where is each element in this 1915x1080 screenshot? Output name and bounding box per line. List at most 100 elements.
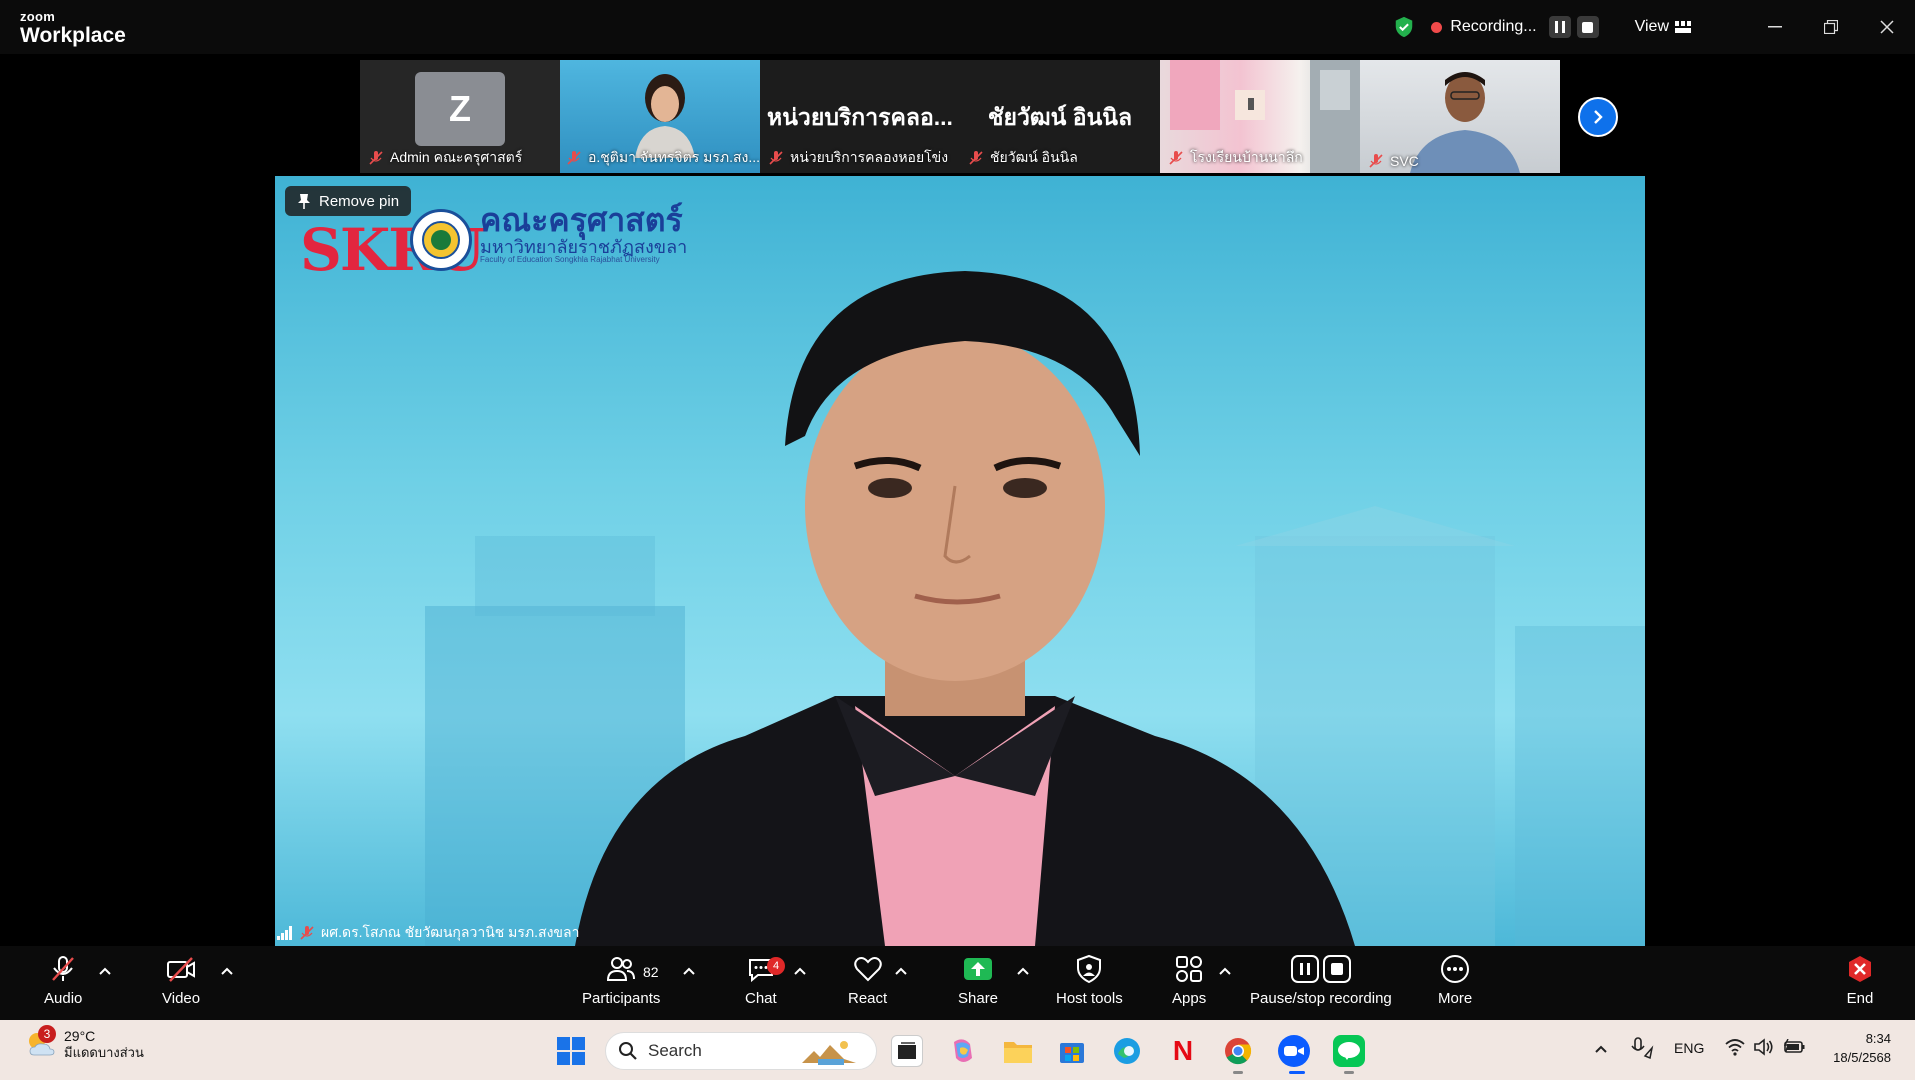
battery-charging-icon[interactable]: [1784, 1039, 1806, 1055]
brand-small: zoom: [20, 9, 56, 24]
host-tools-button[interactable]: Host tools: [1056, 954, 1123, 1007]
weather-description: มีแดดบางส่วน: [64, 1044, 144, 1060]
participant-thumbnail[interactable]: Z Admin คณะครุศาสตร์: [360, 60, 560, 173]
host-tools-label: Host tools: [1056, 990, 1123, 1007]
remove-pin-label: Remove pin: [319, 192, 400, 210]
participant-thumbnail[interactable]: หน่วยบริการคลอ... หน่วยบริการคลองหอยโข่ง: [760, 60, 960, 173]
remove-pin-button[interactable]: Remove pin: [285, 186, 412, 216]
pause-stop-label: Pause/stop recording: [1250, 990, 1392, 1007]
participants-icon: [607, 957, 636, 981]
close-button[interactable]: [1859, 0, 1915, 54]
participants-label: Participants: [582, 990, 661, 1007]
audio-label: Audio: [44, 990, 83, 1007]
video-options-chevron-up-icon[interactable]: [220, 966, 234, 976]
restore-button[interactable]: [1803, 0, 1859, 54]
microsoft-store-icon[interactable]: [1056, 1035, 1088, 1067]
end-meeting-button[interactable]: End: [1845, 954, 1875, 1007]
wifi-icon[interactable]: [1725, 1038, 1745, 1056]
apps-options-chevron-up-icon[interactable]: [1218, 966, 1232, 976]
location-mic-icon[interactable]: [1630, 1036, 1654, 1060]
mic-muted-icon: [769, 151, 783, 165]
taskbar-search-box[interactable]: Search: [605, 1032, 877, 1070]
mic-muted-icon: [567, 151, 581, 165]
avatar: Z: [415, 72, 505, 146]
participants-options-chevron-up-icon[interactable]: [682, 966, 696, 976]
mic-muted-icon: [369, 151, 383, 165]
react-button[interactable]: React: [848, 954, 887, 1007]
share-button[interactable]: Share: [958, 954, 998, 1007]
weather-widget[interactable]: 3 29°C มีแดดบางส่วน: [26, 1025, 144, 1060]
more-button[interactable]: More: [1438, 954, 1472, 1007]
mic-muted-icon: [1169, 151, 1183, 165]
share-screen-icon: [964, 958, 993, 980]
task-view-icon[interactable]: [891, 1035, 923, 1067]
participant-thumbnail[interactable]: SVC: [1360, 60, 1560, 173]
meeting-toolbar: Audio Video Participants 82 Chat 4 React…: [0, 946, 1915, 1020]
mic-muted-icon: [969, 151, 983, 165]
virtual-background-buildings: [425, 271, 1645, 946]
participant-name: Admin คณะครุศาสตร์: [390, 149, 523, 165]
audio-button[interactable]: Audio: [44, 954, 82, 1007]
recording-dot-icon: [1431, 21, 1443, 33]
participant-video-feed: [635, 74, 695, 158]
participant-thumbnail[interactable]: โรงเรียนบ้านนาลึก: [1160, 60, 1360, 173]
netflix-icon[interactable]: N: [1167, 1035, 1199, 1067]
chat-options-chevron-up-icon[interactable]: [793, 966, 807, 976]
copilot-icon[interactable]: [947, 1035, 979, 1067]
faculty-heading: คณะครุศาสตร์ มหาวิทยาลัยราชภัฏสงขลา Facu…: [480, 203, 688, 265]
chrome-browser-icon[interactable]: [1222, 1035, 1254, 1067]
volume-icon[interactable]: [1754, 1038, 1774, 1056]
main-video[interactable]: Remove pin SKRU คณะครุศาสตร์ มหาวิทยาลัย…: [275, 176, 1645, 946]
minimize-icon: [1768, 26, 1782, 28]
share-label: Share: [958, 990, 999, 1007]
close-icon: [1880, 20, 1894, 34]
show-hidden-icons-chevron-up-icon[interactable]: [1594, 1044, 1608, 1054]
more-label: More: [1438, 990, 1473, 1007]
react-options-chevron-up-icon[interactable]: [894, 966, 908, 976]
edge-browser-icon[interactable]: [1111, 1035, 1143, 1067]
stop-recording-button[interactable]: [1576, 16, 1599, 38]
pause-stop-recording-button[interactable]: Pause/stop recording: [1250, 954, 1392, 1007]
participant-thumbnail-strip: Z Admin คณะครุศาสตร์ อ.ชุติมา จันทรจิตร …: [360, 60, 1560, 173]
end-call-icon: [1849, 956, 1871, 982]
participant-thumbnail[interactable]: ชัยวัฒน์ อินนิล ชัยวัฒน์ อินนิล: [960, 60, 1160, 173]
video-button[interactable]: Video: [162, 954, 200, 1007]
weather-temperature: 29°C: [64, 1028, 96, 1044]
encryption-shield-icon[interactable]: [1393, 16, 1415, 38]
partly-sunny-icon: 3: [26, 1025, 56, 1059]
system-clock[interactable]: 8:34 18/5/2568: [1833, 1030, 1891, 1068]
line-app-icon[interactable]: [1333, 1035, 1365, 1067]
participants-count: 82: [643, 964, 659, 980]
chat-label: Chat: [745, 990, 777, 1007]
search-highlight-illustration-icon: [802, 1041, 856, 1065]
file-explorer-icon[interactable]: [1002, 1035, 1034, 1067]
faculty-english-name: Faculty of Education Songkhla Rajabhat U…: [480, 255, 660, 265]
minimize-button[interactable]: [1747, 0, 1803, 54]
apps-icon: [1176, 956, 1203, 982]
chevron-right-icon: [1594, 110, 1603, 124]
zoom-brand-logo: zoom Workplace: [20, 10, 126, 46]
video-off-icon: [167, 957, 196, 982]
brand-big: Workplace: [20, 24, 126, 47]
apps-button[interactable]: Apps: [1172, 954, 1206, 1007]
participants-button[interactable]: Participants: [582, 954, 660, 1007]
participant-name: อ.ชุติมา จันทรจิตร มรภ.สง...: [588, 149, 760, 165]
clock-time: 8:34: [1865, 1031, 1891, 1046]
audio-options-chevron-up-icon[interactable]: [98, 966, 112, 976]
zoom-app-icon[interactable]: [1278, 1035, 1310, 1067]
share-options-chevron-up-icon[interactable]: [1016, 966, 1030, 976]
university-name: มหาวิทยาลัยราชภัฏสงขลา: [480, 236, 688, 257]
next-page-button[interactable]: [1578, 97, 1618, 137]
windows-start-icon[interactable]: [556, 1036, 586, 1066]
pause-icon: [1554, 21, 1565, 33]
signal-strength-icon: [277, 926, 292, 940]
mic-muted-icon: [300, 926, 314, 940]
participant-video-feed: [1410, 72, 1520, 173]
participant-thumbnail[interactable]: อ.ชุติมา จันทรจิตร มรภ.สง...: [560, 60, 760, 173]
view-menu-button[interactable]: View: [1635, 18, 1669, 36]
language-indicator[interactable]: ENG: [1674, 1040, 1704, 1056]
pause-recording-button[interactable]: [1548, 16, 1571, 38]
restore-icon: [1824, 20, 1838, 34]
mic-muted-icon: [1369, 154, 1383, 168]
grid-view-icon[interactable]: [1675, 21, 1691, 33]
